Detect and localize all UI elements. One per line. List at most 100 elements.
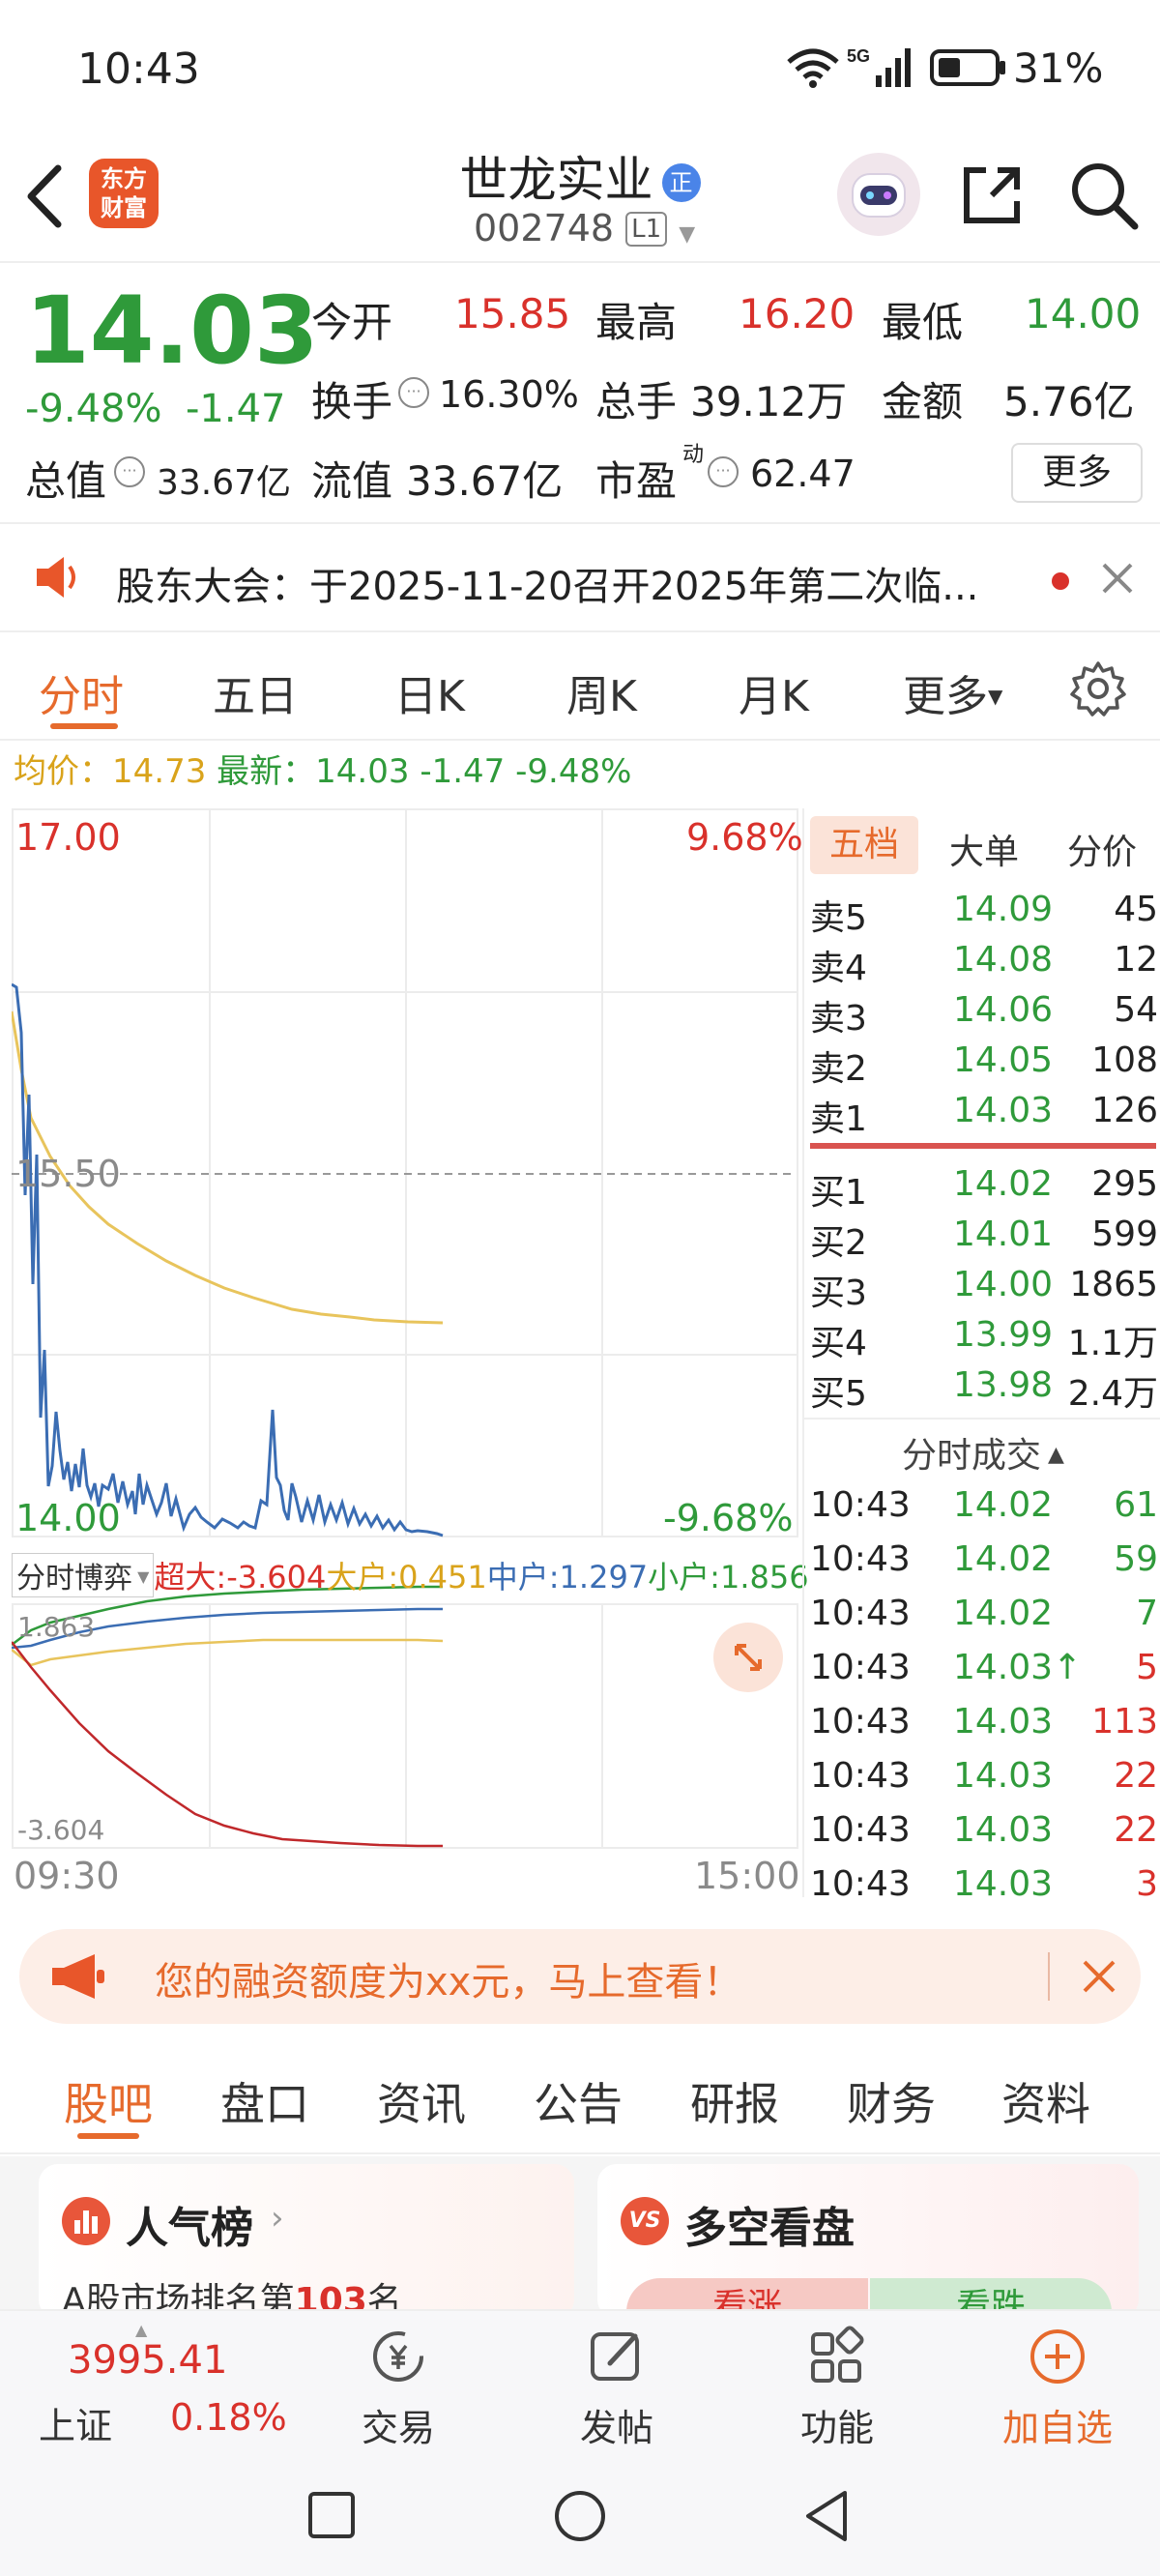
axis-bottom-price: 14.00 (15, 1497, 121, 1539)
tab-five-levels[interactable]: 五档 (810, 816, 918, 874)
home-icon[interactable] (553, 2489, 607, 2547)
active-tab-indicator (77, 2133, 139, 2139)
trades-header[interactable]: 分时成交 ▲ (804, 1427, 1160, 1478)
close-icon[interactable] (1079, 1956, 1119, 2001)
bid-label: 买2 (810, 1223, 867, 1263)
stock-code: 002748 (474, 207, 615, 249)
feature-cards: 人气榜 › A股市场排名第103名 VS 多空看盘 看涨 看跌 (0, 2156, 1160, 2319)
amount-label: 金额 (882, 378, 964, 425)
chevron-down-icon[interactable]: ▼ (679, 222, 695, 247)
back-nav-icon[interactable] (802, 2489, 851, 2547)
caret-up-icon: ▲ (1041, 1443, 1064, 1467)
tab-intraday[interactable]: 分时 (39, 661, 124, 723)
ask-label: 卖5 (810, 898, 867, 938)
change-amount: -1.47 (186, 387, 286, 431)
open-value: 15.85 (454, 290, 571, 337)
system-nav-bar (0, 2454, 1160, 2576)
tab-more[interactable]: 更多▼ (903, 661, 1002, 723)
add-watchlist-button[interactable]: 加自选 (1000, 2325, 1116, 2451)
settings-gear-icon[interactable] (1069, 659, 1127, 721)
ask-volume: 12 (1114, 940, 1158, 980)
intraday-chart[interactable]: 17.00 9.68% 15.50 14.00 -9.68% 分时博弈 ▼ 超大:… (10, 808, 809, 1897)
info-icon[interactable]: ··· (708, 456, 739, 487)
bid-ask-divider (810, 1143, 1156, 1149)
bid-price: 13.99 (953, 1315, 1054, 1355)
expand-icon[interactable] (713, 1623, 783, 1692)
add-watchlist-label: 加自选 (1001, 2407, 1113, 2449)
bid-label: 买1 (810, 1173, 867, 1213)
trade-button[interactable]: 交易 (340, 2325, 456, 2451)
ask-volume: 126 (1091, 1091, 1158, 1130)
trade-volume: 113 (1091, 1702, 1158, 1742)
financing-promo-banner[interactable]: 您的融资额度为xx元，马上查看！ (19, 1929, 1141, 2024)
bid-label: 买4 (810, 1324, 867, 1363)
pe-label: 市盈 (595, 457, 678, 505)
bull-bear-card[interactable]: VS 多空看盘 看涨 看跌 (597, 2164, 1139, 2319)
trade-volume: 59 (1114, 1539, 1158, 1579)
tab-daily-k[interactable]: 日K (394, 661, 465, 723)
trade-volume: 3 (1136, 1864, 1158, 1904)
add-circle-icon (1030, 2329, 1085, 2384)
tab-announcements[interactable]: 公告 (534, 2069, 623, 2133)
signal-5g-icon: 5G (847, 44, 914, 95)
tab-forum[interactable]: 股吧 (64, 2069, 153, 2133)
change-percent: -9.48% (25, 387, 162, 431)
trade-volume: 5 (1136, 1648, 1158, 1687)
verified-badge: 正 (661, 163, 701, 202)
tab-more-label: 更多 (903, 672, 988, 721)
post-button[interactable]: 发帖 (559, 2325, 675, 2451)
ask-label: 卖2 (810, 1049, 867, 1089)
wifi-icon (785, 46, 841, 93)
trade-volume: 61 (1114, 1485, 1158, 1525)
info-icon[interactable]: ··· (114, 456, 145, 487)
tab-research[interactable]: 研报 (690, 2069, 779, 2133)
announcement-bar[interactable]: 股东大会：于2025-11-20召开2025年第二次临... (0, 524, 1160, 632)
popularity-card[interactable]: 人气榜 › A股市场排名第103名 (39, 2164, 574, 2319)
tab-financials[interactable]: 财务 (847, 2069, 936, 2133)
trade-time: 10:43 (810, 1485, 911, 1525)
ask-label: 卖3 (810, 999, 867, 1039)
close-icon[interactable] (1098, 559, 1137, 601)
medium-value: 1.297 (559, 1559, 649, 1595)
tab-news[interactable]: 资讯 (377, 2069, 466, 2133)
share-icon[interactable] (957, 161, 1027, 234)
tab-five-day[interactable]: 五日 (213, 661, 298, 723)
search-icon[interactable] (1067, 159, 1141, 236)
functions-button[interactable]: 功能 (779, 2325, 895, 2451)
more-button[interactable]: 更多 (1011, 443, 1143, 503)
info-icon[interactable]: ··· (398, 377, 429, 408)
trade-row: 10:43 14.03 22 (810, 1806, 1158, 1857)
avg-value: 14.73 (112, 752, 207, 791)
medium-label: 中户: (486, 1559, 560, 1595)
stock-name[interactable]: 世龙实业 (459, 152, 652, 208)
ask-row: 卖1 14.03 126 (810, 1087, 1158, 1139)
tab-profile[interactable]: 资料 (1001, 2069, 1090, 2133)
app-logo: 东方财富 (89, 159, 159, 228)
assistant-robot-icon[interactable] (837, 153, 920, 236)
ask-label: 卖4 (810, 949, 867, 988)
level-badge[interactable]: L1 (625, 212, 668, 247)
ask-volume: 54 (1114, 990, 1158, 1030)
tab-price-distribution[interactable]: 分价 (1067, 824, 1137, 874)
trade-time: 10:43 (810, 1810, 911, 1850)
tab-big-orders[interactable]: 大单 (949, 824, 1019, 874)
large-holder-flow-line (11, 1638, 444, 1667)
bid-price: 14.01 (953, 1215, 1054, 1254)
divider (804, 1418, 1160, 1420)
intraday-info-line: 均价：14.73 最新：14.03 -1.47 -9.48% (14, 745, 631, 792)
back-icon[interactable] (23, 162, 68, 234)
tab-weekly-k[interactable]: 周K (566, 661, 637, 723)
tab-market-depth[interactable]: 盘口 (220, 2069, 309, 2133)
ask-row: 卖5 14.09 45 (810, 886, 1158, 938)
flow-selector[interactable]: 分时博弈 ▼ (12, 1553, 155, 1597)
chevron-right-icon: › (271, 2199, 284, 2238)
grid-apps-icon (811, 2326, 864, 2383)
tab-monthly-k[interactable]: 月K (739, 661, 809, 723)
ask-price: 14.05 (953, 1040, 1054, 1080)
recent-apps-icon[interactable] (307, 2491, 356, 2543)
bid-label: 买3 (810, 1273, 867, 1313)
index-value[interactable]: 3995.41 (68, 2338, 227, 2383)
trade-row: 10:43 14.03↑ 5 (810, 1644, 1158, 1694)
quote-panel: 14.03 -9.48% -1.47 今开 15.85 最高 16.20 最低 … (0, 263, 1160, 524)
ask-price: 14.08 (953, 940, 1054, 980)
